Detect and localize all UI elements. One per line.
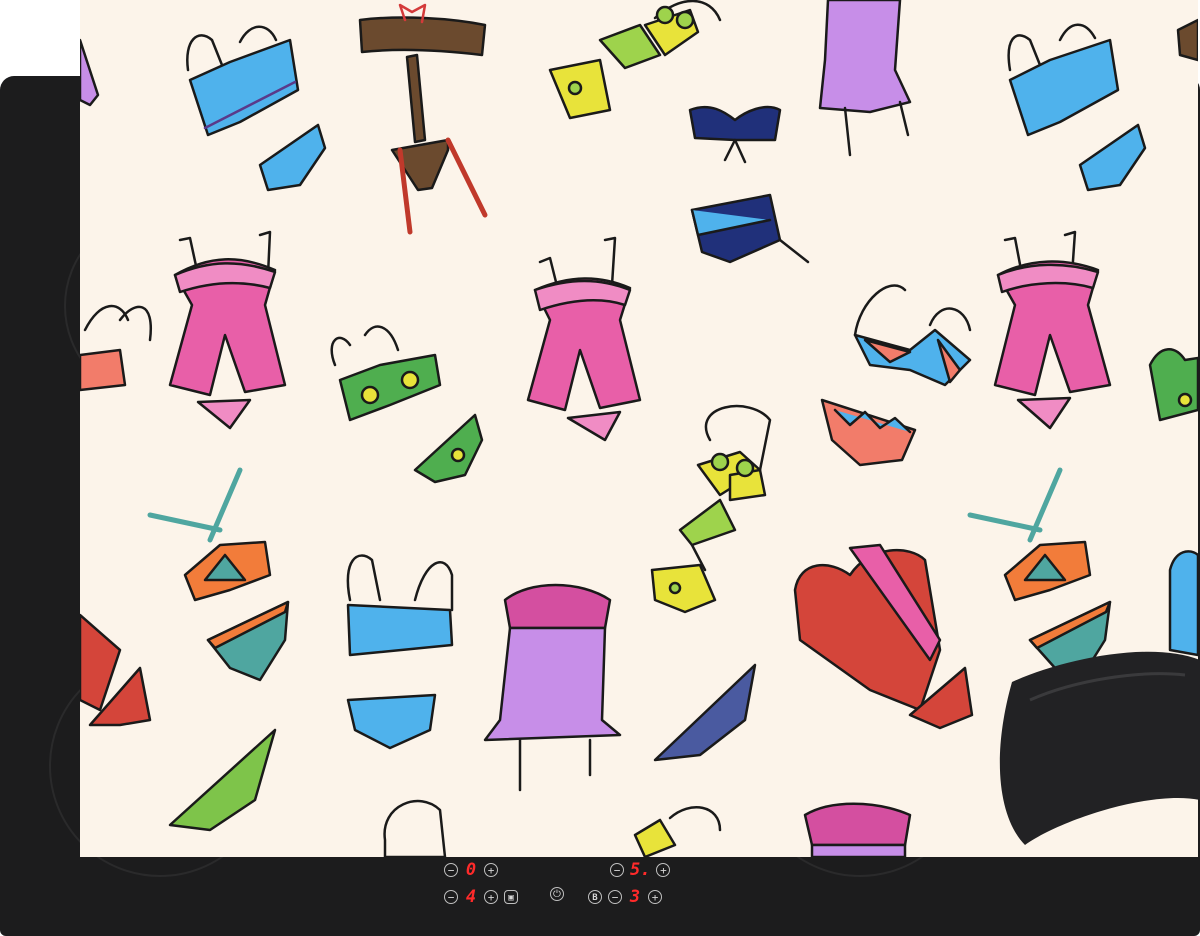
power-controls: ⏻ — [550, 887, 564, 901]
zone-right-top-controls: − 5. + — [610, 860, 671, 880]
power-level-display: 0 — [465, 860, 477, 880]
minus-button[interactable]: − — [444, 863, 458, 877]
plus-button[interactable]: + — [656, 863, 671, 877]
boost-button[interactable]: B — [588, 890, 602, 904]
plus-button[interactable]: + — [484, 863, 498, 877]
plus-button[interactable]: + — [484, 890, 498, 904]
minus-button[interactable]: − — [444, 890, 458, 904]
zone-left-bottom-controls: − 4 + ▣ — [444, 887, 518, 907]
power-level-display: 3 — [629, 887, 641, 907]
power-level-display: 5. — [630, 860, 651, 880]
lock-icon[interactable]: ▣ — [504, 890, 518, 904]
zone-right-bottom-controls: B − 3 + — [588, 887, 662, 907]
power-level-display: 4 — [465, 887, 477, 907]
minus-button[interactable]: − — [610, 863, 624, 877]
plus-button[interactable]: + — [648, 890, 662, 904]
minus-button[interactable]: − — [608, 890, 622, 904]
zone-left-top-controls: − 0 + — [444, 860, 498, 880]
power-icon[interactable]: ⏻ — [550, 887, 564, 901]
curled-corner — [999, 651, 1200, 845]
